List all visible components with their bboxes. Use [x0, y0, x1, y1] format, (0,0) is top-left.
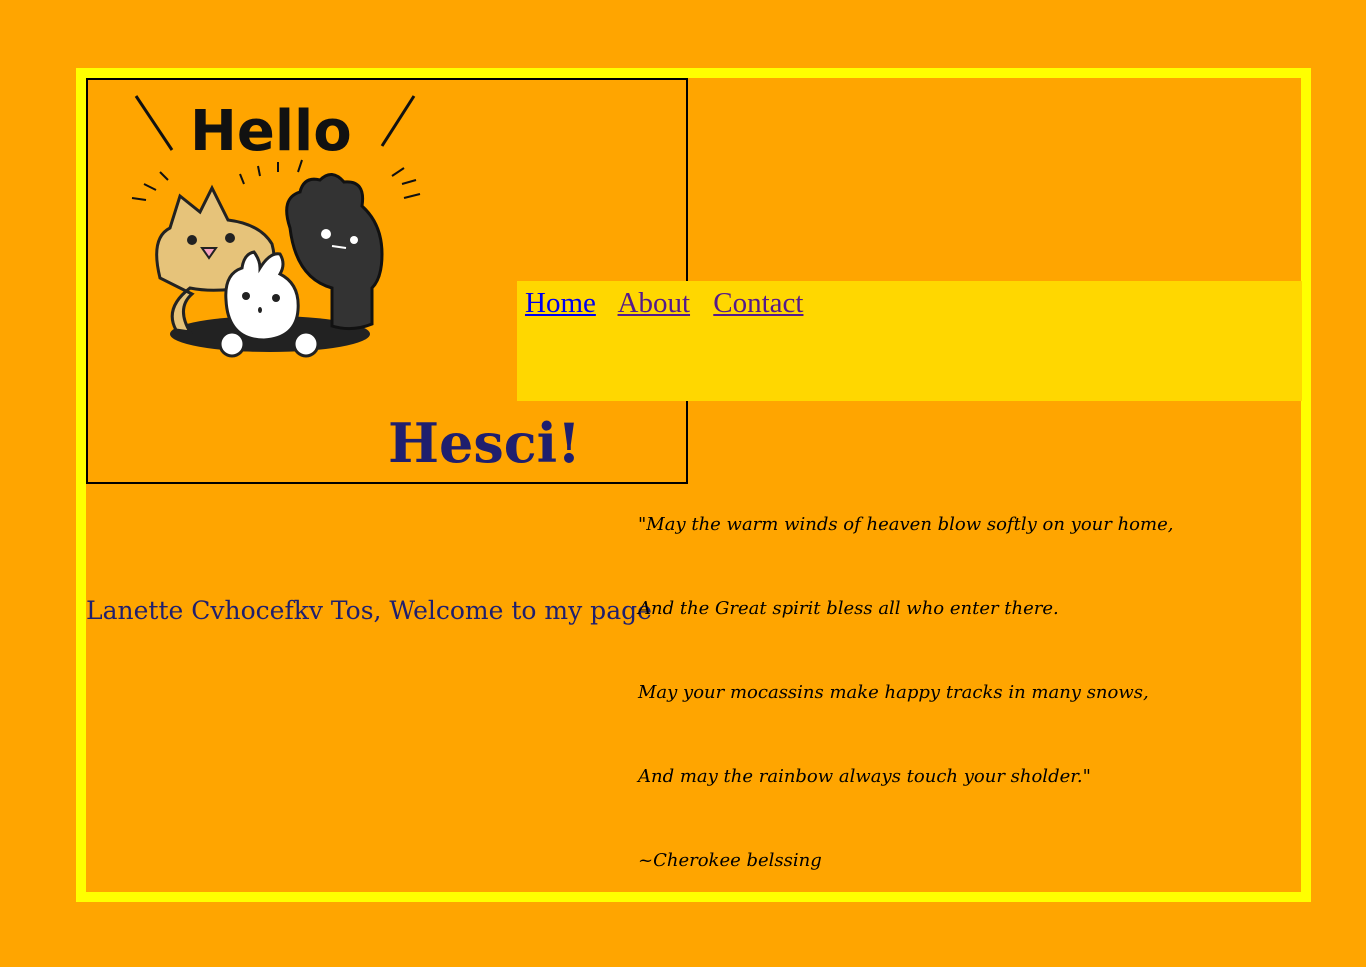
- welcome-text: Lanette Cvhocefkv Tos, Welcome to my pag…: [86, 596, 652, 625]
- poem-attribution: ~Cherokee belssing: [638, 850, 822, 871]
- poem-line: And may the rainbow always touch your sh…: [638, 766, 1091, 787]
- page-title: Hesci!: [388, 411, 581, 475]
- poem-line: "May the warm winds of heaven blow softl…: [638, 514, 1174, 535]
- poem-line: And the Great spirit bless all who enter…: [638, 598, 1059, 619]
- nav-link-about[interactable]: About: [618, 287, 691, 319]
- blessing-poem: "May the warm winds of heaven blow softl…: [638, 512, 1173, 932]
- poem-line: May your mocassins make happy tracks in …: [638, 682, 1149, 703]
- hello-animals-logo: Hello: [131, 95, 421, 358]
- nav-link-home[interactable]: Home: [525, 287, 596, 319]
- nav-link-contact[interactable]: Contact: [713, 287, 803, 319]
- svg-text:Hello: Hello: [190, 99, 352, 164]
- main-nav: Home About Contact: [517, 281, 1302, 401]
